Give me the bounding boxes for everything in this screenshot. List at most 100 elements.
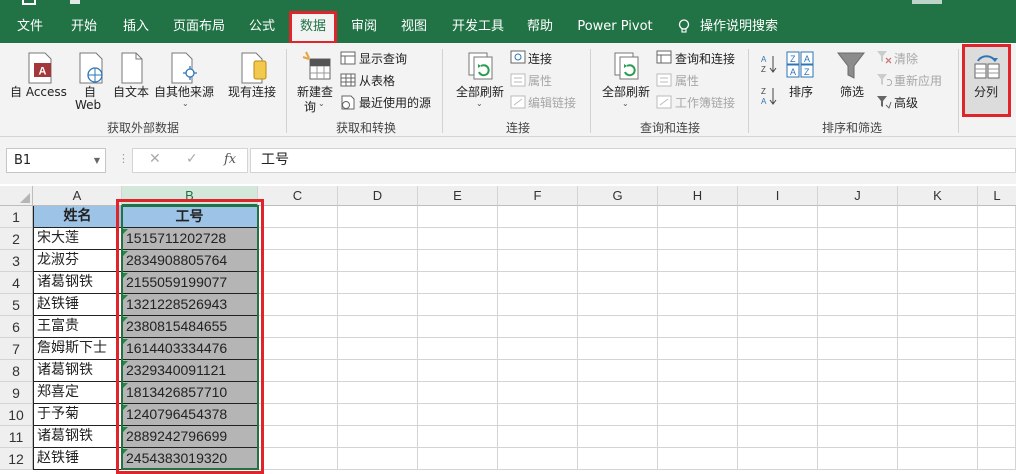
row-header[interactable]: 8 bbox=[0, 360, 33, 382]
tab-view[interactable]: 视图 bbox=[394, 14, 434, 40]
empty-cell[interactable] bbox=[738, 250, 818, 272]
empty-cell[interactable] bbox=[418, 426, 498, 448]
empty-cell[interactable] bbox=[578, 316, 658, 338]
empty-cell[interactable] bbox=[258, 294, 338, 316]
from-table-button[interactable]: 从表格 bbox=[359, 72, 395, 89]
name-cell[interactable]: 诸葛钢铁 bbox=[33, 360, 122, 382]
empty-cell[interactable] bbox=[898, 272, 978, 294]
empty-cell[interactable] bbox=[738, 206, 818, 228]
header-cell-name[interactable]: 姓名 bbox=[33, 206, 122, 228]
empty-cell[interactable] bbox=[978, 272, 1016, 294]
empty-cell[interactable] bbox=[818, 206, 898, 228]
empty-cell[interactable] bbox=[338, 448, 418, 470]
row-header[interactable]: 1 bbox=[0, 206, 33, 228]
empty-cell[interactable] bbox=[978, 316, 1016, 338]
queries-refresh-all-button[interactable]: 全部刷新 bbox=[602, 83, 650, 100]
empty-cell[interactable] bbox=[578, 426, 658, 448]
name-cell[interactable]: 于予菊 bbox=[33, 404, 122, 426]
empty-cell[interactable] bbox=[898, 360, 978, 382]
name-cell[interactable]: 诸葛钢铁 bbox=[33, 426, 122, 448]
empty-cell[interactable] bbox=[818, 272, 898, 294]
empty-cell[interactable] bbox=[338, 426, 418, 448]
empty-cell[interactable] bbox=[898, 316, 978, 338]
empty-cell[interactable] bbox=[978, 382, 1016, 404]
name-cell[interactable]: 王富贵 bbox=[33, 316, 122, 338]
existing-connections-button[interactable]: 现有连接 bbox=[228, 83, 276, 100]
empty-cell[interactable] bbox=[338, 206, 418, 228]
empty-cell[interactable] bbox=[898, 404, 978, 426]
workbook-links-button[interactable]: 工作簿链接 bbox=[675, 94, 735, 111]
empty-cell[interactable] bbox=[898, 426, 978, 448]
empty-cell[interactable] bbox=[418, 206, 498, 228]
empty-cell[interactable] bbox=[338, 360, 418, 382]
empty-cell[interactable] bbox=[418, 294, 498, 316]
advanced-filter-button[interactable]: 高级 bbox=[894, 94, 918, 111]
empty-cell[interactable] bbox=[978, 448, 1016, 470]
empty-cell[interactable] bbox=[258, 426, 338, 448]
clear-filter-button[interactable]: 清除 bbox=[894, 50, 918, 67]
tab-help[interactable]: 帮助 bbox=[520, 14, 560, 40]
empty-cell[interactable] bbox=[258, 404, 338, 426]
empty-cell[interactable] bbox=[258, 316, 338, 338]
empty-cell[interactable] bbox=[578, 294, 658, 316]
tab-home[interactable]: 开始 bbox=[62, 14, 106, 40]
row-header[interactable]: 4 bbox=[0, 272, 33, 294]
empty-cell[interactable] bbox=[498, 272, 578, 294]
empty-cell[interactable] bbox=[658, 228, 738, 250]
empty-cell[interactable] bbox=[738, 338, 818, 360]
empty-cell[interactable] bbox=[498, 382, 578, 404]
name-cell[interactable]: 詹姆斯下士 bbox=[33, 338, 122, 360]
empty-cell[interactable] bbox=[498, 294, 578, 316]
tab-file[interactable]: 文件 bbox=[8, 14, 52, 40]
empty-cell[interactable] bbox=[738, 448, 818, 470]
empty-cell[interactable] bbox=[818, 338, 898, 360]
empty-cell[interactable] bbox=[738, 360, 818, 382]
name-cell[interactable]: 龙淑芬 bbox=[33, 250, 122, 272]
empty-cell[interactable] bbox=[738, 272, 818, 294]
empty-cell[interactable] bbox=[898, 250, 978, 272]
empty-cell[interactable] bbox=[578, 250, 658, 272]
empty-cell[interactable] bbox=[818, 294, 898, 316]
column-header-f[interactable]: F bbox=[498, 186, 578, 206]
tab-formulas[interactable]: 公式 bbox=[242, 14, 282, 40]
row-header[interactable]: 5 bbox=[0, 294, 33, 316]
row-header[interactable]: 10 bbox=[0, 404, 33, 426]
empty-cell[interactable] bbox=[498, 250, 578, 272]
name-cell[interactable]: 诸葛钢铁 bbox=[33, 272, 122, 294]
empty-cell[interactable] bbox=[658, 360, 738, 382]
row-header[interactable]: 11 bbox=[0, 426, 33, 448]
query-properties-button[interactable]: 属性 bbox=[675, 72, 699, 89]
column-header-g[interactable]: G bbox=[578, 186, 658, 206]
empty-cell[interactable] bbox=[818, 382, 898, 404]
connections-button[interactable]: 连接 bbox=[528, 50, 552, 67]
empty-cell[interactable] bbox=[578, 448, 658, 470]
empty-cell[interactable] bbox=[338, 294, 418, 316]
empty-cell[interactable] bbox=[978, 360, 1016, 382]
empty-cell[interactable] bbox=[258, 448, 338, 470]
show-queries-button[interactable]: 显示查询 bbox=[359, 50, 407, 67]
empty-cell[interactable] bbox=[418, 316, 498, 338]
tab-review[interactable]: 审阅 bbox=[344, 14, 384, 40]
empty-cell[interactable] bbox=[658, 382, 738, 404]
empty-cell[interactable] bbox=[418, 338, 498, 360]
empty-cell[interactable] bbox=[658, 294, 738, 316]
filter-button[interactable]: 筛选 bbox=[840, 83, 864, 100]
empty-cell[interactable] bbox=[898, 382, 978, 404]
column-header-c[interactable]: C bbox=[258, 186, 338, 206]
empty-cell[interactable] bbox=[818, 360, 898, 382]
empty-cell[interactable] bbox=[738, 294, 818, 316]
row-header[interactable]: 6 bbox=[0, 316, 33, 338]
empty-cell[interactable] bbox=[498, 228, 578, 250]
column-header-l[interactable]: L bbox=[978, 186, 1016, 206]
tab-power-pivot[interactable]: Power Pivot bbox=[574, 14, 656, 40]
tab-insert[interactable]: 插入 bbox=[114, 14, 158, 40]
empty-cell[interactable] bbox=[978, 206, 1016, 228]
empty-cell[interactable] bbox=[818, 316, 898, 338]
empty-cell[interactable] bbox=[258, 360, 338, 382]
empty-cell[interactable] bbox=[658, 272, 738, 294]
insert-function-icon[interactable]: fx bbox=[224, 152, 236, 167]
empty-cell[interactable] bbox=[978, 294, 1016, 316]
empty-cell[interactable] bbox=[498, 206, 578, 228]
empty-cell[interactable] bbox=[658, 338, 738, 360]
empty-cell[interactable] bbox=[258, 206, 338, 228]
